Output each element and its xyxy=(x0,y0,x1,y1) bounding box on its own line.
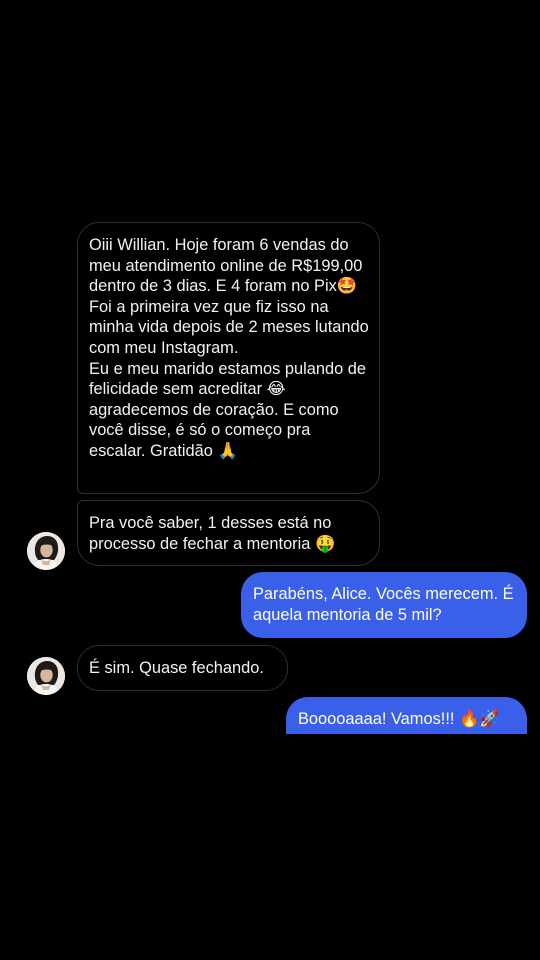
message-bubble-received[interactable]: Pra você saber, 1 desses está no process… xyxy=(77,500,380,566)
message-text: Parabéns, Alice. Vocês merecem. É aquela… xyxy=(253,585,519,624)
chat-thread: Oiii Willian. Hoje foram 6 vendas do meu… xyxy=(0,0,540,734)
contact-avatar[interactable] xyxy=(27,657,65,695)
message-text: Oiii Willian. Hoje foram 6 vendas do meu… xyxy=(89,236,369,460)
message-text: Booooaaaa! Vamos!!! 🔥🚀 xyxy=(298,710,500,728)
contact-avatar-icon xyxy=(27,532,65,570)
message-text: É sim. Quase fechando. xyxy=(89,659,264,677)
message-bubble-sent[interactable]: Booooaaaa! Vamos!!! 🔥🚀 xyxy=(286,697,527,734)
contact-avatar-icon xyxy=(27,657,65,695)
message-text: Pra você saber, 1 desses está no process… xyxy=(89,514,336,553)
contact-avatar[interactable] xyxy=(27,532,65,570)
message-bubble-sent[interactable]: Parabéns, Alice. Vocês merecem. É aquela… xyxy=(241,572,527,638)
message-bubble-received[interactable]: Oiii Willian. Hoje foram 6 vendas do meu… xyxy=(77,222,380,494)
message-bubble-received[interactable]: É sim. Quase fechando. xyxy=(77,645,288,691)
